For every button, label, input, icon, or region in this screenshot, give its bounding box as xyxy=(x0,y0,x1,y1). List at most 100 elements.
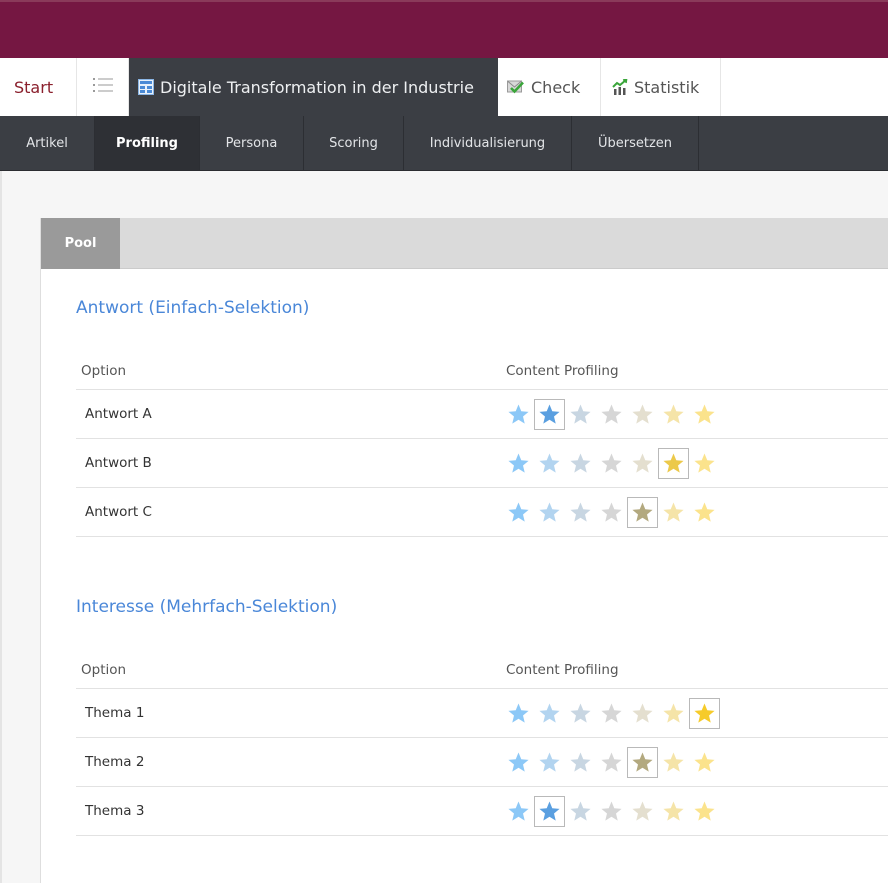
star-rating-button-6[interactable] xyxy=(658,747,689,778)
column-header-option: Option xyxy=(81,362,127,379)
star-rating-button-2[interactable] xyxy=(534,497,565,528)
content-profiling-rating xyxy=(503,447,720,479)
star-rating-button-3[interactable] xyxy=(565,747,596,778)
star-icon xyxy=(694,751,715,772)
subnav-label: Persona xyxy=(225,135,278,151)
options-table: Option Content Profiling Antwort A Antwor… xyxy=(76,352,888,537)
star-icon xyxy=(663,452,684,473)
table-row: Thema 3 xyxy=(76,787,888,836)
sub-navigation: Artikel Profiling Persona Scoring Indivi… xyxy=(0,116,888,171)
star-rating-button-6[interactable] xyxy=(658,447,689,479)
star-icon xyxy=(539,800,560,821)
profiling-panel: Pool Antwort (Einfach-Selektion) Option … xyxy=(40,218,888,883)
star-rating-button-1[interactable] xyxy=(503,448,534,479)
star-rating-button-7[interactable] xyxy=(689,497,720,528)
star-icon xyxy=(601,403,622,424)
star-icon xyxy=(570,403,591,424)
subnav-uebersetzen[interactable]: Übersetzen xyxy=(572,116,699,170)
star-rating-button-3[interactable] xyxy=(565,448,596,479)
star-icon xyxy=(663,800,684,821)
star-icon xyxy=(663,702,684,723)
star-rating-button-4[interactable] xyxy=(596,399,627,430)
star-icon xyxy=(570,452,591,473)
content-profiling-rating xyxy=(503,398,720,430)
star-rating-button-5[interactable] xyxy=(627,698,658,729)
star-rating-button-5[interactable] xyxy=(627,448,658,479)
star-rating-button-2[interactable] xyxy=(534,795,565,827)
star-rating-button-7[interactable] xyxy=(689,399,720,430)
star-icon xyxy=(694,800,715,821)
subnav-scoring[interactable]: Scoring xyxy=(304,116,404,170)
star-rating-button-4[interactable] xyxy=(596,747,627,778)
star-icon xyxy=(694,452,715,473)
star-icon xyxy=(508,751,529,772)
star-rating-button-3[interactable] xyxy=(565,497,596,528)
subnav-persona[interactable]: Persona xyxy=(200,116,304,170)
star-rating-button-2[interactable] xyxy=(534,698,565,729)
table-row: Thema 1 xyxy=(76,689,888,738)
tab-start-label: Start xyxy=(14,77,54,97)
tab-bar-filler xyxy=(721,58,888,116)
star-icon xyxy=(663,403,684,424)
star-icon xyxy=(508,702,529,723)
star-icon xyxy=(508,800,529,821)
star-rating-button-6[interactable] xyxy=(658,399,689,430)
subnav-label: Profiling xyxy=(116,135,178,151)
star-icon xyxy=(632,501,653,522)
star-rating-button-3[interactable] xyxy=(565,698,596,729)
subnav-artikel[interactable]: Artikel xyxy=(0,116,95,170)
star-rating-button-6[interactable] xyxy=(658,698,689,729)
main-tab-bar: Start Digitale Transformation in der Ind… xyxy=(0,58,888,116)
star-rating-button-5[interactable] xyxy=(627,496,658,528)
list-menu-button[interactable] xyxy=(77,58,129,116)
star-icon xyxy=(694,501,715,522)
star-rating-button-6[interactable] xyxy=(658,796,689,827)
tab-pool[interactable]: Pool xyxy=(41,218,120,269)
star-rating-button-2[interactable] xyxy=(534,448,565,479)
star-rating-button-7[interactable] xyxy=(689,747,720,778)
star-rating-button-7[interactable] xyxy=(689,448,720,479)
tab-check[interactable]: Check xyxy=(498,58,601,116)
star-icon xyxy=(570,702,591,723)
star-rating-button-5[interactable] xyxy=(627,746,658,778)
tab-document[interactable]: Digitale Transformation in der Industrie xyxy=(129,58,498,116)
star-icon xyxy=(694,702,715,723)
star-icon xyxy=(601,751,622,772)
tab-start[interactable]: Start xyxy=(0,58,77,116)
option-label: Thema 1 xyxy=(85,705,145,721)
content-profiling-rating xyxy=(503,746,720,778)
tab-statistik-label: Statistik xyxy=(634,77,700,97)
subnav-individualisierung[interactable]: Individualisierung xyxy=(404,116,572,170)
star-rating-button-3[interactable] xyxy=(565,796,596,827)
content-profiling-rating xyxy=(503,496,720,528)
star-rating-button-6[interactable] xyxy=(658,497,689,528)
star-rating-button-5[interactable] xyxy=(627,796,658,827)
star-icon xyxy=(632,452,653,473)
star-icon xyxy=(539,452,560,473)
table-row: Thema 2 xyxy=(76,738,888,787)
star-rating-button-4[interactable] xyxy=(596,448,627,479)
tab-document-label: Digitale Transformation in der Industrie xyxy=(160,77,474,97)
star-rating-button-2[interactable] xyxy=(534,398,565,430)
star-rating-button-7[interactable] xyxy=(689,796,720,827)
table-row: Antwort B xyxy=(76,439,888,488)
tab-statistik[interactable]: Statistik xyxy=(601,58,721,116)
star-rating-button-4[interactable] xyxy=(596,796,627,827)
subnav-profiling[interactable]: Profiling xyxy=(95,116,200,170)
star-rating-button-1[interactable] xyxy=(503,796,534,827)
star-rating-button-1[interactable] xyxy=(503,747,534,778)
content-profiling-rating xyxy=(503,795,720,827)
star-rating-button-5[interactable] xyxy=(627,399,658,430)
star-rating-button-7[interactable] xyxy=(689,697,720,729)
star-rating-button-3[interactable] xyxy=(565,399,596,430)
option-label: Antwort B xyxy=(85,455,152,471)
option-label: Thema 3 xyxy=(85,803,145,819)
star-rating-button-2[interactable] xyxy=(534,747,565,778)
star-rating-button-1[interactable] xyxy=(503,399,534,430)
column-header-content-profiling: Content Profiling xyxy=(506,661,619,678)
options-table: Option Content Profiling Thema 1 Thema 2 T… xyxy=(76,651,888,836)
star-rating-button-1[interactable] xyxy=(503,497,534,528)
star-rating-button-4[interactable] xyxy=(596,698,627,729)
star-rating-button-1[interactable] xyxy=(503,698,534,729)
star-rating-button-4[interactable] xyxy=(596,497,627,528)
